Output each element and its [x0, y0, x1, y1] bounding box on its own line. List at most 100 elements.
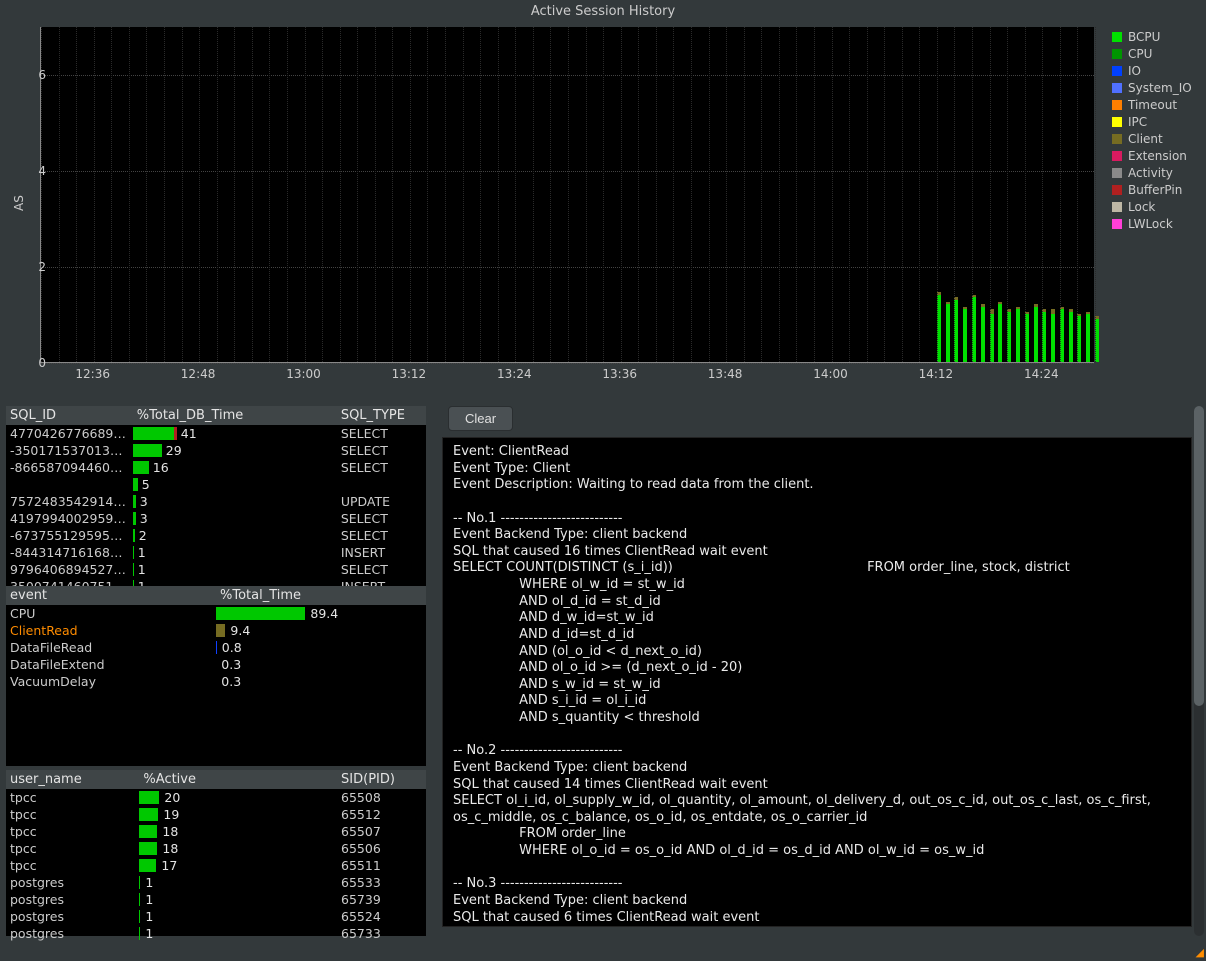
col-sql-type[interactable]: SQL_TYPE [337, 406, 426, 425]
col-sql-id[interactable]: SQL_ID [6, 406, 133, 425]
pct-bar-cell: 18 [139, 841, 337, 856]
table-row[interactable]: tpcc2065508 [6, 789, 426, 806]
sql-id-cell: 75724835429149… [6, 494, 133, 509]
table-row[interactable]: tpcc1865507 [6, 823, 426, 840]
table-row[interactable]: -84431471616830…1INSERT [6, 544, 426, 561]
table-row[interactable]: tpcc1765511 [6, 857, 426, 874]
event-table[interactable]: event %Total_Time CPU89.4ClientRead9.4Da… [6, 586, 426, 766]
pct-bar-cell: 17 [139, 858, 337, 873]
sql-id-cell: 41979940029594… [6, 511, 133, 526]
pct-bar-cell: 1 [139, 909, 337, 924]
legend-item[interactable]: CPU [1112, 45, 1202, 62]
col-pct-active[interactable]: %Active [139, 770, 337, 789]
legend-label: IO [1128, 64, 1141, 78]
chart-bar[interactable] [946, 302, 950, 362]
table-row[interactable]: postgres165533 [6, 874, 426, 891]
event-detail-text[interactable]: Event: ClientRead Event Type: Client Eve… [442, 437, 1192, 927]
legend-label: Activity [1128, 166, 1173, 180]
pct-bar-cell: 20 [139, 790, 337, 805]
sql-type-cell: UPDATE [337, 494, 426, 509]
legend-item[interactable]: Extension [1112, 147, 1202, 164]
user-name-cell: tpcc [6, 858, 139, 873]
col-user-name[interactable]: user_name [6, 770, 139, 789]
chart-bar[interactable] [1069, 309, 1073, 362]
pct-bar-cell: 89.4 [216, 606, 426, 621]
table-row[interactable]: tpcc1865506 [6, 840, 426, 857]
table-row[interactable]: 5 [6, 476, 426, 493]
chart-bar[interactable] [1051, 309, 1055, 362]
table-row[interactable]: VacuumDelay0.3 [6, 673, 426, 690]
table-row[interactable]: -86658709446094…16SELECT [6, 459, 426, 476]
table-row[interactable]: postgres165733 [6, 925, 426, 942]
pct-bar-cell: 1 [139, 875, 337, 890]
xtick: 14:12 [916, 367, 956, 381]
resize-grip-icon[interactable]: ◢ [1196, 946, 1204, 959]
legend-label: Extension [1128, 149, 1187, 163]
chart-bar[interactable] [1034, 304, 1038, 362]
chart-title: Active Session History [0, 0, 1206, 21]
col-pct-db-time[interactable]: %Total_DB_Time [133, 406, 337, 425]
legend-item[interactable]: Lock [1112, 198, 1202, 215]
legend-item[interactable]: Activity [1112, 164, 1202, 181]
user-table[interactable]: user_name %Active SID(PID) tpcc2065508tp… [6, 770, 426, 936]
table-row[interactable]: 97964068945278…1SELECT [6, 561, 426, 578]
col-sid-pid[interactable]: SID(PID) [337, 770, 426, 789]
table-row[interactable]: 41979940029594…3SELECT [6, 510, 426, 527]
pct-bar-cell: 19 [139, 807, 337, 822]
table-row[interactable]: -35017153701336…29SELECT [6, 442, 426, 459]
col-event[interactable]: event [6, 586, 216, 605]
table-row[interactable]: CPU89.4 [6, 605, 426, 622]
chart-bar[interactable] [981, 304, 985, 362]
pct-bar-cell: 5 [133, 477, 337, 492]
legend-swatch-icon [1112, 151, 1122, 161]
table-row[interactable]: tpcc1965512 [6, 806, 426, 823]
user-name-cell: tpcc [6, 841, 139, 856]
sql-id-cell: -67375512959569… [6, 528, 133, 543]
ytick: 0 [20, 356, 46, 370]
chart-bar[interactable] [998, 302, 1002, 362]
chart-bar[interactable] [963, 307, 967, 362]
sql-table[interactable]: SQL_ID %Total_DB_Time SQL_TYPE 477042677… [6, 406, 426, 586]
legend-label: LWLock [1128, 217, 1173, 231]
table-row[interactable]: postgres165739 [6, 891, 426, 908]
pct-bar-cell: 41 [133, 426, 337, 441]
table-row[interactable]: postgres165524 [6, 908, 426, 925]
chart-plot[interactable] [40, 27, 1094, 363]
chart-bar[interactable] [1016, 307, 1020, 362]
pct-bar-cell: 1 [133, 545, 337, 560]
legend-item[interactable]: LWLock [1112, 215, 1202, 232]
col-pct-total-time[interactable]: %Total_Time [216, 586, 426, 605]
legend-item[interactable]: System_IO [1112, 79, 1202, 96]
event-name-cell: ClientRead [6, 623, 216, 638]
legend-swatch-icon [1112, 100, 1122, 110]
sql-id-cell: -35017153701336… [6, 443, 133, 458]
legend-item[interactable]: BufferPin [1112, 181, 1202, 198]
table-row[interactable]: 75724835429149…3UPDATE [6, 493, 426, 510]
legend-label: Lock [1128, 200, 1155, 214]
table-row[interactable]: DataFileExtend0.3 [6, 656, 426, 673]
legend-item[interactable]: BCPU [1112, 28, 1202, 45]
table-row[interactable]: DataFileRead0.8 [6, 639, 426, 656]
legend-item[interactable]: IO [1112, 62, 1202, 79]
user-name-cell: tpcc [6, 824, 139, 839]
table-row[interactable]: ClientRead9.4 [6, 622, 426, 639]
user-name-cell: postgres [6, 909, 139, 924]
chart-bar[interactable] [1086, 312, 1090, 362]
legend-item[interactable]: Timeout [1112, 96, 1202, 113]
sql-type-cell: SELECT [337, 511, 426, 526]
legend-swatch-icon [1112, 185, 1122, 195]
event-name-cell: VacuumDelay [6, 674, 216, 689]
legend-label: BufferPin [1128, 183, 1182, 197]
ash-chart[interactable]: AS 024612:3612:4813:0013:1213:2413:3613:… [6, 21, 1096, 377]
clear-button[interactable]: Clear [448, 406, 513, 431]
table-row[interactable]: 47704267766894…41SELECT [6, 425, 426, 442]
legend-item[interactable]: IPC [1112, 113, 1202, 130]
detail-scrollthumb[interactable] [1194, 406, 1204, 706]
legend-item[interactable]: Client [1112, 130, 1202, 147]
event-name-cell: CPU [6, 606, 216, 621]
table-row[interactable]: -67375512959569…2SELECT [6, 527, 426, 544]
detail-scrollbar[interactable] [1194, 406, 1204, 936]
legend-label: IPC [1128, 115, 1147, 129]
pct-bar-cell: 18 [139, 824, 337, 839]
sql-id-cell: 97964068945278… [6, 562, 133, 577]
